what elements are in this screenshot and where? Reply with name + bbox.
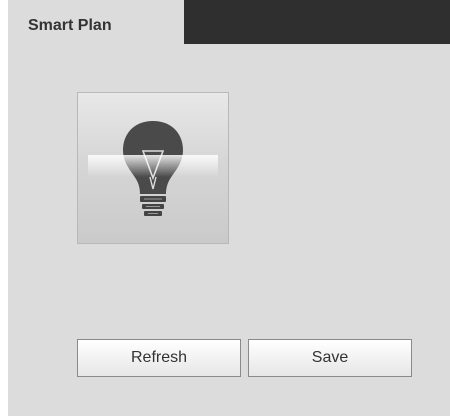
lightbulb-icon: [78, 93, 228, 243]
save-button[interactable]: Save: [248, 339, 412, 377]
tab-bar: Smart Plan: [8, 0, 450, 44]
refresh-button[interactable]: Refresh: [77, 339, 241, 377]
smart-plan-tile[interactable]: [77, 92, 229, 244]
smart-plan-panel: Smart Plan Refresh Save: [8, 0, 450, 416]
tab-smart-plan[interactable]: Smart Plan: [8, 0, 184, 44]
